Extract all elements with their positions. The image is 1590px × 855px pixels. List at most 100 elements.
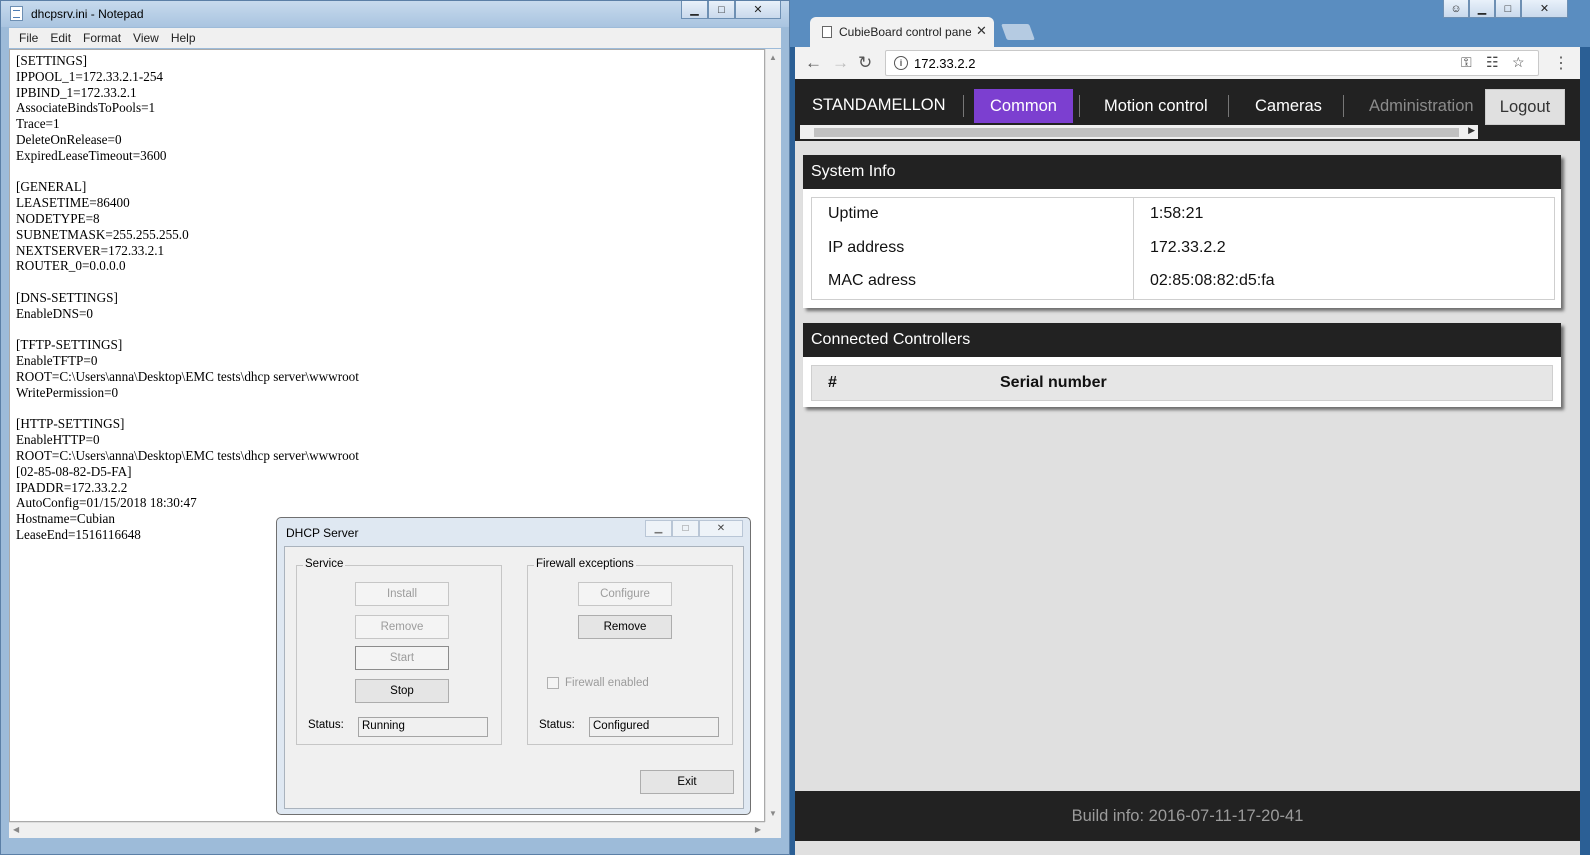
dialog-title: DHCP Server [286, 526, 359, 540]
ip-address-value: 172.33.2.2 [1150, 238, 1226, 256]
table-row: MAC adress 02:85:08:82:d5:fa [812, 265, 1554, 299]
notepad-icon [10, 6, 23, 21]
firewall-group: Firewall exceptions Configure Remove Fir… [527, 558, 733, 745]
maximize-icon[interactable]: □ [708, 1, 735, 19]
system-info-table: Uptime 1:58:21 IP address 172.33.2.2 MAC… [811, 197, 1555, 300]
exit-button[interactable]: Exit [640, 770, 734, 794]
controllers-panel: Connected Controllers # Serial number [803, 323, 1561, 407]
table-header-row: # Serial number [812, 366, 1552, 400]
firewall-status-field: Configured [589, 717, 719, 737]
service-status-field: Running [358, 717, 488, 737]
back-icon[interactable]: ← [805, 53, 822, 73]
reload-icon[interactable]: ↻ [858, 53, 872, 73]
minimize-icon[interactable]: ▁ [645, 520, 672, 537]
nav-common[interactable]: Common [974, 89, 1073, 123]
controllers-title: Connected Controllers [803, 323, 1561, 357]
profile-icon[interactable]: ☺ [1443, 0, 1469, 18]
nav-divider [963, 95, 964, 117]
new-tab-button[interactable] [1001, 24, 1035, 40]
column-serial-header: Serial number [1000, 374, 1107, 391]
uptime-value: 1:58:21 [1150, 205, 1204, 222]
menu-file[interactable]: File [13, 28, 44, 48]
notepad-menubar: File Edit Format View Help [9, 28, 781, 48]
stop-button[interactable]: Stop [355, 679, 449, 703]
mac-address-value: 02:85:08:82:d5:fa [1150, 272, 1275, 289]
install-button[interactable]: Install [355, 582, 449, 606]
system-info-panel: System Info Uptime 1:58:21 IP address 17… [803, 155, 1561, 308]
close-icon[interactable]: ✕ [735, 1, 781, 19]
build-info-footer: Build info: 2016-07-11-17-20-41 [795, 791, 1580, 841]
maximize-icon[interactable]: □ [1495, 0, 1521, 18]
scroll-right-icon[interactable]: ▶ [1468, 125, 1475, 136]
address-bar[interactable]: i 172.33.2.2 ⚿ ☷ ☆ [885, 50, 1539, 76]
key-icon[interactable]: ⚿ [1461, 54, 1472, 71]
dhcp-server-dialog: DHCP Server ▁ □ ✕ Service Install Remove… [276, 517, 751, 815]
configure-button[interactable]: Configure [578, 582, 672, 606]
browser-tabstrip: CubieBoard control pane ✕ ☺ ▁ □ ✕ [790, 0, 1590, 47]
forward-icon[interactable]: → [832, 53, 849, 73]
navbar-scrollbar[interactable]: ▶ [800, 125, 1478, 139]
notepad-title: dhcpsrv.ini - Notepad [31, 7, 144, 21]
nav-administration[interactable]: Administration [1353, 89, 1490, 123]
nav-motion-control[interactable]: Motion control [1088, 89, 1224, 123]
info-icon[interactable]: i [894, 56, 908, 70]
ip-address-label: IP address [812, 231, 1134, 265]
checkbox-icon[interactable] [547, 677, 559, 689]
nav-divider [1228, 95, 1229, 117]
browser-tab[interactable]: CubieBoard control pane ✕ [810, 17, 994, 47]
menu-format[interactable]: Format [77, 28, 127, 48]
service-status-label: Status: [308, 719, 344, 731]
column-number-header: # [828, 374, 837, 391]
menu-view[interactable]: View [127, 28, 165, 48]
close-icon[interactable]: ✕ [699, 520, 743, 537]
scroll-down-icon[interactable]: ▼ [769, 809, 777, 818]
maximize-icon[interactable]: □ [672, 520, 699, 537]
brand-label[interactable]: STANDAMELLON [812, 96, 946, 115]
navbar: STANDAMELLON Common Motion control Camer… [795, 79, 1580, 141]
mac-address-label: MAC adress [812, 265, 1134, 299]
menu-help[interactable]: Help [165, 28, 202, 48]
scrollbar-thumb[interactable] [814, 128, 1459, 137]
web-page: STANDAMELLON Common Motion control Camer… [795, 79, 1580, 855]
uptime-label: Uptime [812, 198, 1134, 232]
table-row: IP address 172.33.2.2 [812, 231, 1554, 265]
dialog-body: Service Install Remove Start Stop Status… [284, 546, 744, 809]
remove-service-button[interactable]: Remove [355, 615, 449, 639]
star-icon[interactable]: ☆ [1512, 54, 1525, 71]
translate-icon[interactable]: ☷ [1486, 54, 1499, 71]
minimize-icon[interactable]: ▁ [1469, 0, 1495, 18]
url-text: 172.33.2.2 [914, 56, 976, 71]
notepad-content: [SETTINGS] IPPOOL_1=172.33.2.1-254 IPBIN… [16, 53, 359, 542]
system-info-title: System Info [803, 155, 1561, 189]
browser-window: CubieBoard control pane ✕ ☺ ▁ □ ✕ ← → ↻ … [790, 0, 1590, 855]
notepad-vertical-scrollbar[interactable]: ▲ ▼ [765, 49, 781, 822]
nav-divider [1343, 95, 1344, 117]
service-group: Service Install Remove Start Stop Status… [296, 558, 502, 745]
firewall-enabled-checkbox[interactable]: Firewall enabled [547, 677, 649, 689]
table-row: Uptime 1:58:21 [812, 198, 1554, 232]
menu-edit[interactable]: Edit [44, 28, 77, 48]
page-icon [822, 26, 832, 38]
scroll-right-icon[interactable]: ▶ [755, 825, 761, 834]
scroll-up-icon[interactable]: ▲ [769, 53, 777, 62]
browser-toolbar: ← → ↻ i 172.33.2.2 ⚿ ☷ ☆ ⋮ [795, 47, 1580, 79]
logout-button[interactable]: Logout [1485, 89, 1565, 125]
scroll-left-icon[interactable]: ◀ [13, 825, 19, 834]
notepad-horizontal-scrollbar[interactable]: ◀ ▶ [9, 822, 765, 838]
controllers-table: # Serial number [811, 365, 1553, 401]
firewall-enabled-label: Firewall enabled [565, 677, 649, 689]
tab-title: CubieBoard control pane [839, 25, 971, 39]
nav-divider [1079, 95, 1080, 117]
close-tab-icon[interactable]: ✕ [976, 23, 987, 39]
menu-icon[interactable]: ⋮ [1553, 53, 1569, 73]
scrollbar-corner [765, 822, 781, 838]
firewall-status-label: Status: [539, 719, 575, 731]
service-group-label: Service [303, 558, 346, 570]
minimize-icon[interactable]: ▁ [681, 1, 708, 19]
firewall-group-label: Firewall exceptions [534, 558, 636, 570]
remove-firewall-button[interactable]: Remove [578, 615, 672, 639]
close-icon[interactable]: ✕ [1521, 0, 1568, 18]
start-button[interactable]: Start [355, 646, 449, 670]
notepad-titlebar[interactable]: dhcpsrv.ini - Notepad ▁ □ ✕ [1, 1, 789, 27]
nav-cameras[interactable]: Cameras [1239, 89, 1338, 123]
